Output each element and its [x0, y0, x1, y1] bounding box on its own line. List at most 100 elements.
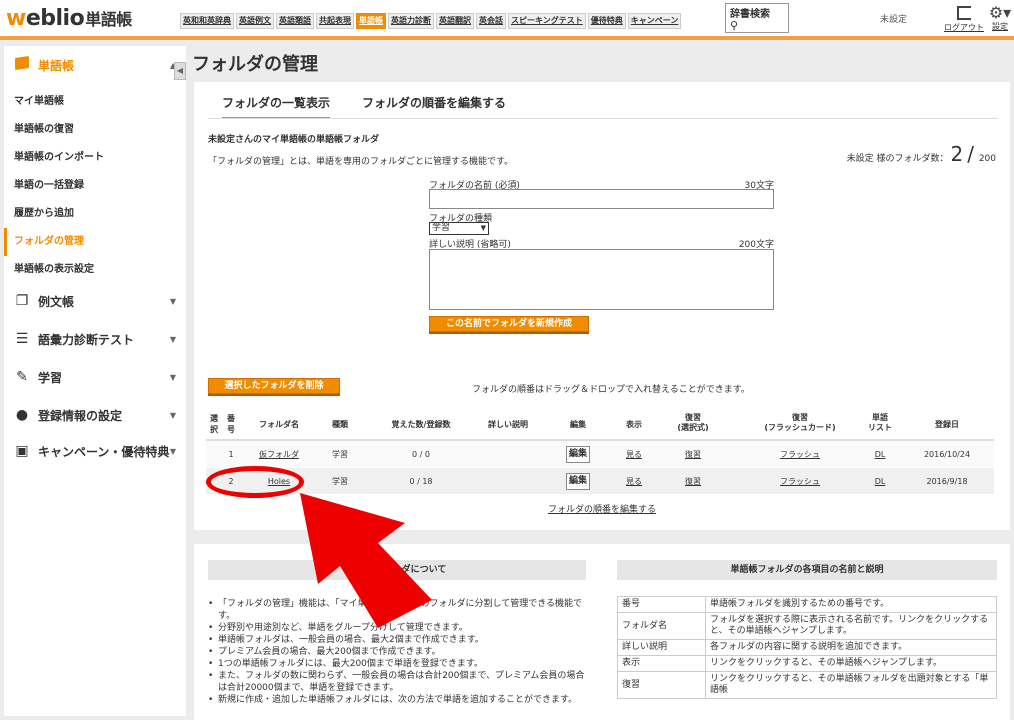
highlight-ellipse [206, 466, 304, 498]
chevron-down-icon: ▼ [169, 334, 176, 344]
folder-panel: フォルダの一覧表示 フォルダの順番を編集する 未設定さんのマイ単語帳の単語帳フォ… [194, 82, 1010, 530]
nav-tab[interactable]: 英会話 [476, 13, 506, 29]
sidebar-item-import[interactable]: 単語帳のインポート [4, 144, 186, 172]
folder-type: 学習 [332, 477, 348, 486]
logout-button[interactable]: ログアウト [944, 6, 984, 33]
sidebar-section-wordbook[interactable]: 単語帳 ▲ [4, 50, 186, 80]
edit-button[interactable]: 編集 [566, 446, 590, 463]
gift-icon: ▣ [15, 443, 29, 459]
word-list-download[interactable]: DL [860, 441, 900, 468]
col-review-choice: 復習 (選択式) [677, 413, 709, 432]
word-count: 0 / 0 [412, 450, 430, 459]
drag-note: フォルダの順番はドラッグ＆ドロップで入れ替えることができます。 [472, 385, 750, 395]
sidebar-item-bulk-add[interactable]: 単語の一括登録 [4, 172, 186, 200]
table-row: 番号 単語帳フォルダを識別するための番号です。 [617, 596, 997, 613]
tab-folder-list[interactable]: フォルダの一覧表示 [222, 94, 331, 119]
sidebar-section-examples[interactable]: ❐ 例文帳 ▼ [4, 286, 186, 316]
list-icon: ☰ [15, 331, 29, 347]
sidebar-item-history[interactable]: 履歴から追加 [4, 200, 186, 228]
sidebar-section-campaign[interactable]: ▣ キャンペーン・優待特典 ▼ [4, 436, 186, 466]
chevron-down-icon: ▼ [169, 446, 176, 456]
user-status: 未設定 [880, 15, 908, 25]
nav-tab[interactable]: 共起表現 [316, 13, 354, 29]
search-icon[interactable]: ⚲ [730, 20, 784, 32]
folder-type: 学習 [332, 450, 348, 459]
nav-tabs: 英和和英辞典 英語例文 英語類語 共起表現 単語帳 英語力診断 英語翻訳 英会話… [180, 13, 682, 29]
sidebar-item-folders[interactable]: フォルダの管理 [4, 228, 186, 256]
create-folder-button[interactable]: この名前でフォルダを新規作成 [429, 316, 589, 332]
page-title: フォルダの管理 [192, 54, 318, 75]
edit-button[interactable]: 編集 [566, 473, 590, 490]
section-description: 「フォルダの管理」とは、単語を専用のフォルダごとに管理する機能です。 [208, 157, 514, 167]
registered-date: 2016/10/24 [923, 450, 971, 459]
word-list-download[interactable]: DL [860, 468, 900, 495]
view-link[interactable]: 見る [614, 468, 654, 495]
nav-tab[interactable]: スピーキングテスト [508, 13, 586, 29]
field-definitions-title: 単語帳フォルダの各項目の名前と説明 [617, 560, 997, 580]
table-row: 詳しい説明 各フォルダの内容に関する説明を追加できます。 [617, 639, 997, 656]
col-review-flash: 復習 (フラッシュカード) [764, 413, 836, 432]
col-select: 選 択 [210, 414, 218, 434]
sidebar-section-label: 学習 [38, 370, 63, 385]
col-word-list: 単語 リスト [868, 413, 892, 432]
col-name: フォルダ名 [259, 420, 299, 429]
nav-tab[interactable]: キャンペーン [627, 13, 682, 29]
folder-name-input[interactable] [429, 189, 774, 209]
help-section: 単語帳フォルダについて 「フォルダの管理」機能は、「マイ単語帳」を複数のフォルダ… [194, 544, 1010, 720]
nav-tab[interactable]: 英和和英辞典 [180, 13, 234, 29]
col-date: 登録日 [935, 420, 959, 429]
copy-icon: ❐ [15, 293, 29, 309]
tab-divider [208, 118, 998, 119]
sidebar-section-study[interactable]: ✎ 学習 ▼ [4, 362, 186, 392]
table-row[interactable]: 1 仮フォルダ 学習 0 / 0 編集 見る 復習 フラッシュ DL 2016/… [206, 441, 994, 468]
delete-folder-button[interactable]: 選択したフォルダを削除 [208, 378, 340, 394]
list-item: プレミアム会員の場合、最大200個まで作成できます。 [208, 646, 586, 658]
review-choice-link[interactable]: 復習 [664, 468, 722, 495]
folder-name-link[interactable]: 仮フォルダ [246, 441, 312, 468]
col-count: 覚えた数/登録数 [391, 420, 451, 429]
nav-tab[interactable]: 英語例文 [236, 13, 274, 29]
nav-tab[interactable]: 英語力診断 [388, 13, 434, 29]
logout-icon [957, 6, 971, 20]
header-rule [0, 36, 1014, 40]
col-edit: 編集 [570, 420, 586, 429]
settings-label: 設定 [992, 22, 1008, 31]
col-description: 詳しい説明 [488, 420, 528, 429]
nav-tab[interactable]: 英語翻訳 [436, 13, 474, 29]
table-row: 復習 リンクをクリックすると、その単語帳フォルダを出題対象とする「単語帳 [617, 671, 997, 699]
gear-icon: ⚙▾ [988, 3, 1012, 22]
section-title: 未設定さんのマイ単語帳の単語帳フォルダ [208, 135, 380, 145]
user-icon: ● [15, 407, 29, 423]
sidebar-collapse-button[interactable]: ◀ [174, 62, 186, 80]
sidebar-item-review[interactable]: 単語帳の復習 [4, 116, 186, 144]
sidebar-item-display-settings[interactable]: 単語帳の表示設定 [4, 256, 186, 284]
list-item: 単語帳フォルダは、一般会員の場合、最大2個まで作成できます。 [208, 634, 586, 646]
chevron-down-icon: ▼ [169, 372, 176, 382]
about-folders-list: 「フォルダの管理」機能は、「マイ単語帳」を複数のフォルダに分割して管理できる機能… [208, 598, 586, 706]
tab-folder-reorder[interactable]: フォルダの順番を編集する [362, 94, 506, 117]
view-link[interactable]: 見る [614, 441, 654, 468]
dropdown-arrow-icon: ▼ [480, 224, 486, 232]
folder-description-textarea[interactable] [429, 249, 774, 310]
nav-tab[interactable]: 英語類語 [276, 13, 314, 29]
sidebar-item-my-wordbook[interactable]: マイ単語帳 [4, 88, 186, 116]
col-number: 番号 [227, 414, 235, 434]
dict-search-label: 辞書検索 [730, 9, 770, 20]
review-flash-link[interactable]: フラッシュ [752, 468, 848, 495]
dict-search-box[interactable]: 辞書検索 ⚲ [725, 3, 789, 33]
nav-tab[interactable]: 優待特典 [587, 13, 626, 29]
sidebar-section-account[interactable]: ● 登録情報の設定 ▼ [4, 400, 186, 430]
review-flash-link[interactable]: フラッシュ [752, 441, 848, 468]
sidebar-section-label: 単語帳 [38, 58, 75, 73]
folder-type-select[interactable]: 学習 ▼ [429, 222, 489, 235]
nav-tab-active[interactable]: 単語帳 [356, 13, 386, 29]
sidebar-section-vocab-test[interactable]: ☰ 語彙力診断テスト ▼ [4, 324, 186, 354]
table-row: 表示 リンクをクリックすると、その単語帳へジャンプします。 [617, 655, 997, 672]
table-row[interactable]: 2 Holes 学習 0 / 18 編集 見る 復習 フラッシュ DL 2016… [206, 468, 994, 495]
row-number: 1 [228, 450, 234, 459]
reorder-folders-link[interactable]: フォルダの順番を編集する [194, 502, 1010, 515]
settings-button[interactable]: ⚙▾ 設定 [986, 5, 1014, 32]
weblio-logo[interactable]: weblio単語帳 [6, 6, 132, 31]
chevron-down-icon: ▼ [169, 296, 176, 306]
review-choice-link[interactable]: 復習 [664, 441, 722, 468]
